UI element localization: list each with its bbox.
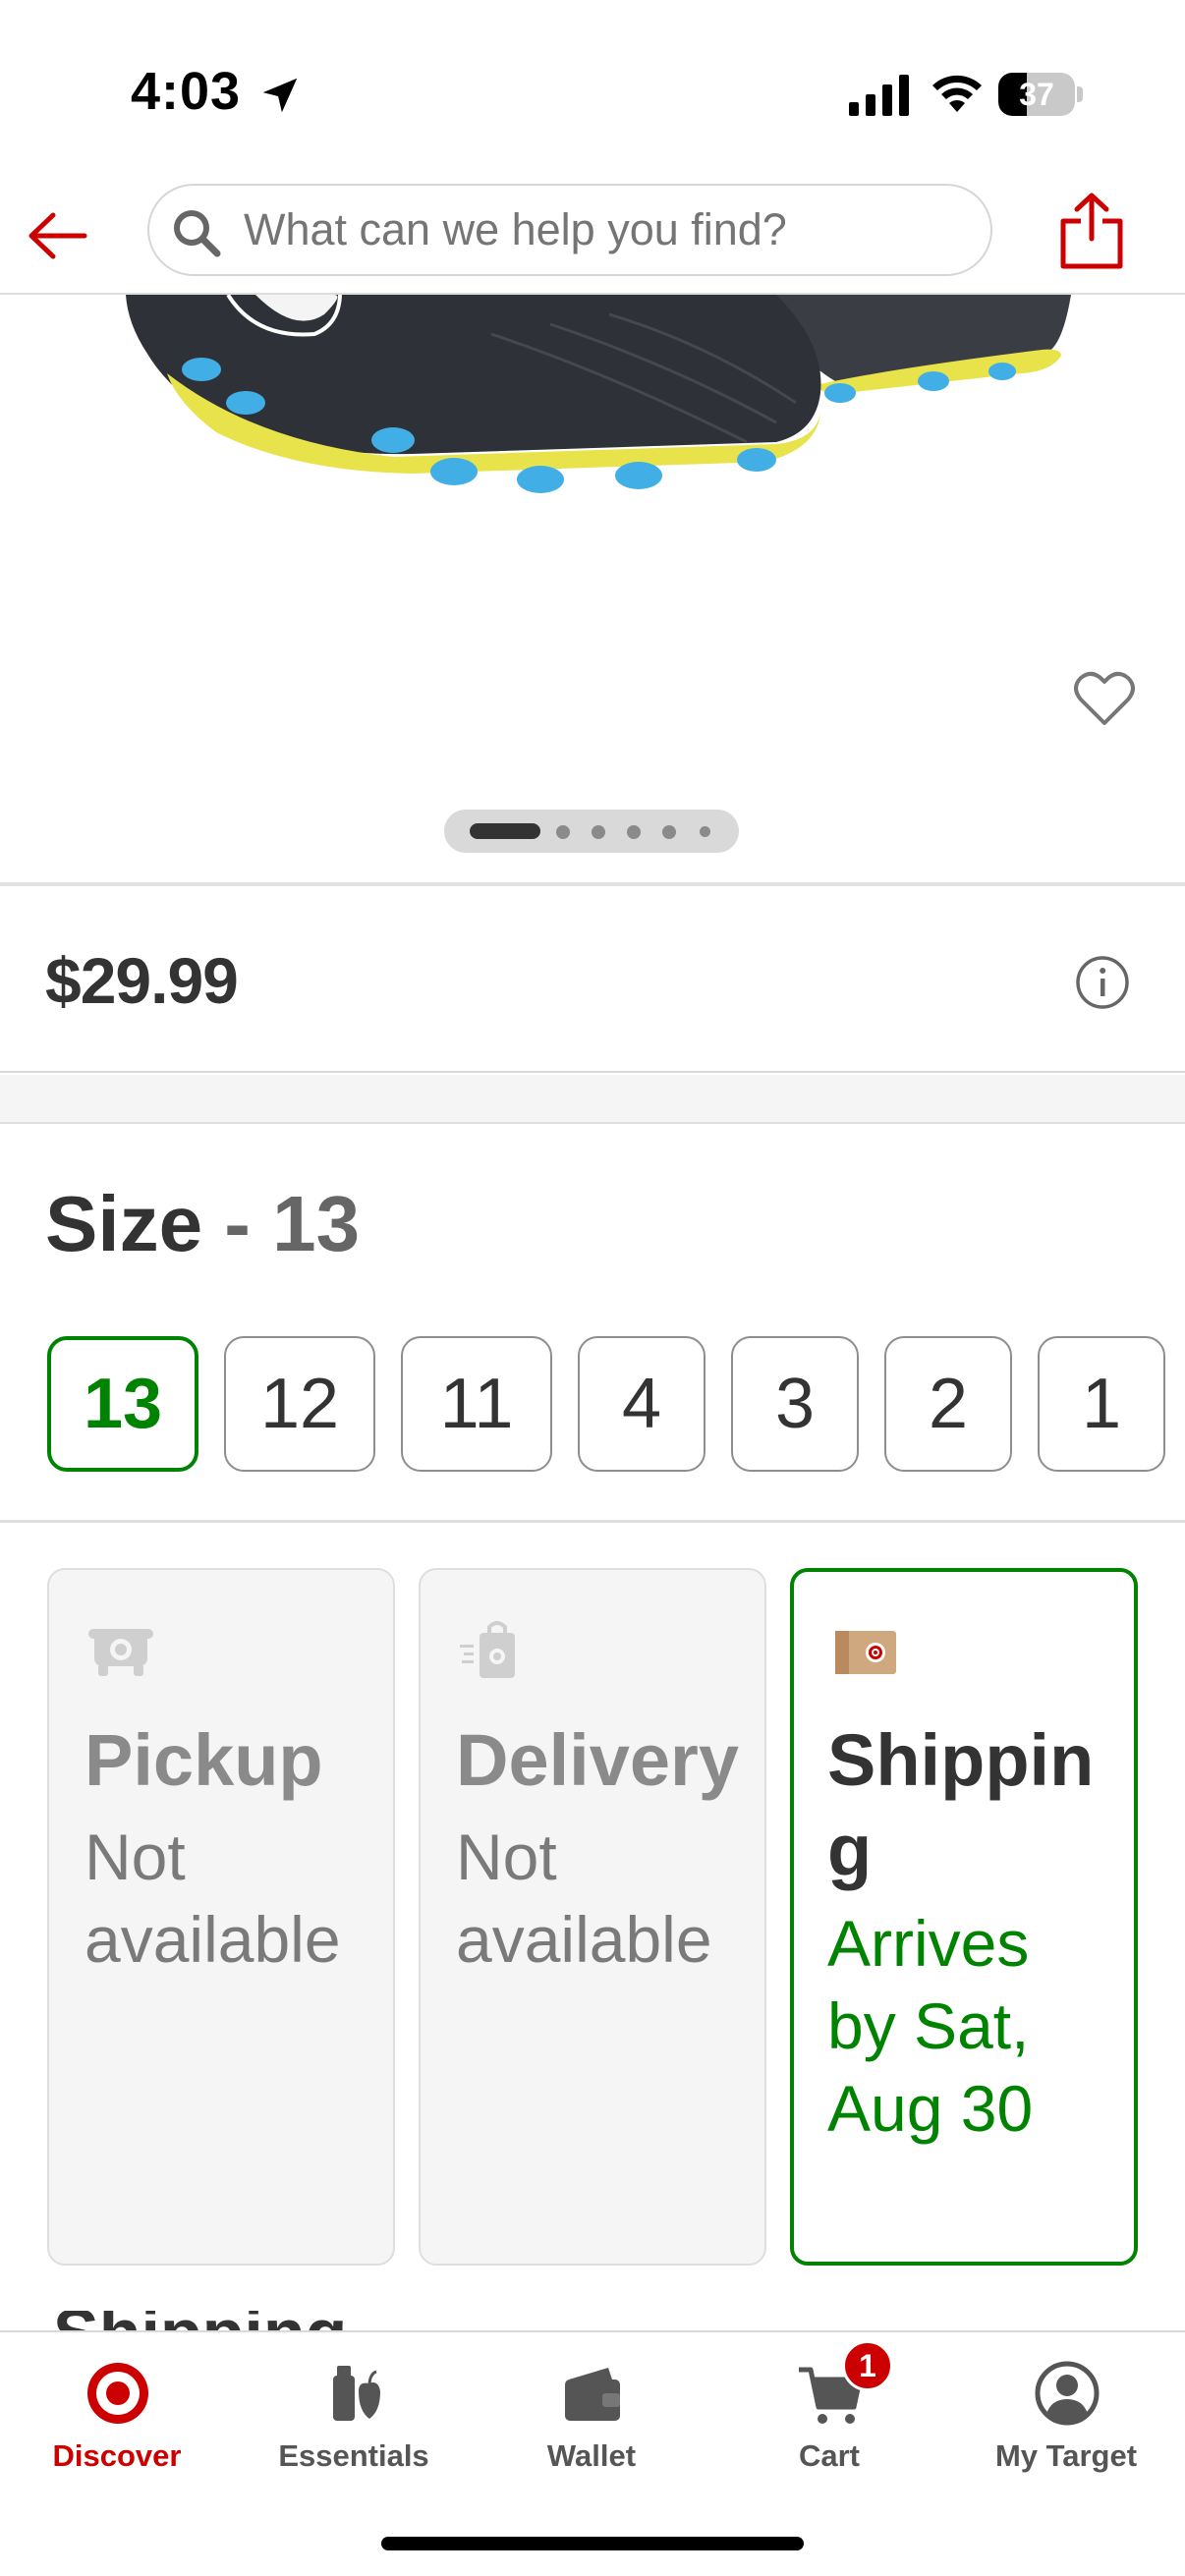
size-label: Size (45, 1180, 203, 1267)
location-arrow-icon (262, 78, 298, 113)
battery-percent: 37 (1019, 77, 1054, 112)
search-bar[interactable] (147, 184, 992, 276)
favorite-heart-icon[interactable] (1073, 668, 1136, 727)
tab-wallet-label: Wallet (546, 2438, 637, 2473)
pickup-car-icon (88, 1629, 153, 1676)
tab-my-target[interactable]: My Target (953, 2332, 1179, 2529)
size-selected-value: 13 (272, 1180, 361, 1267)
next-section-heading-text: Shipping (53, 2311, 348, 2330)
price-row: $29.99 (0, 886, 1185, 1073)
search-icon (174, 210, 221, 257)
home-indicator (381, 2537, 804, 2550)
top-search-header (0, 182, 1185, 295)
carousel-dot (627, 825, 641, 839)
carousel-indicator (444, 810, 739, 853)
search-input[interactable] (244, 186, 971, 274)
share-icon[interactable] (1057, 190, 1126, 272)
shipping-option-card[interactable]: Shipping Arrives by Sat, Aug 30 (790, 1568, 1138, 2266)
size-option-11[interactable]: 11 (401, 1336, 552, 1472)
size-option-4[interactable]: 4 (578, 1336, 705, 1472)
cellular-signal-icon (849, 75, 909, 116)
delivery-title: Delivery (456, 1719, 739, 1801)
info-icon[interactable] (1075, 955, 1130, 1010)
status-bar: 4:03 37 (0, 0, 1185, 182)
carousel-dot-active (470, 823, 540, 839)
battery-indicator: 37 (998, 73, 1083, 116)
tab-cart-label: Cart (798, 2438, 860, 2473)
size-option-13[interactable]: 13 (47, 1336, 198, 1472)
size-option-1[interactable]: 1 (1038, 1336, 1165, 1472)
product-image (126, 295, 1071, 493)
tab-cart[interactable]: 1 Cart (716, 2332, 942, 2529)
tab-discover-label: Discover (52, 2438, 182, 2473)
delivery-status: Not available (456, 1820, 712, 1976)
target-bullseye-icon (87, 2363, 148, 2424)
pickup-title: Pickup (85, 1719, 323, 1801)
back-arrow-icon[interactable] (24, 201, 92, 270)
tab-wallet[interactable]: Wallet (479, 2332, 705, 2529)
wifi-icon (932, 75, 982, 112)
cart-count-badge: 1 (842, 2340, 893, 2391)
size-option-2[interactable]: 2 (884, 1336, 1012, 1472)
carousel-dot (556, 825, 570, 839)
carousel-dot (592, 825, 605, 839)
size-option-12[interactable]: 12 (224, 1336, 375, 1472)
size-options: 13 12 11 4 3 2 1 (47, 1336, 1185, 1474)
tab-essentials[interactable]: Essentials (241, 2332, 467, 2529)
size-separator: - (202, 1180, 273, 1267)
shipping-box-icon (835, 1631, 896, 1674)
carousel-dot (662, 825, 676, 839)
delivery-option-card[interactable]: Delivery Not available (419, 1568, 766, 2266)
status-time: 4:03 (131, 62, 242, 121)
essentials-icon (333, 2366, 380, 2421)
delivery-bag-icon (460, 1621, 515, 1678)
product-image-carousel[interactable] (0, 295, 1185, 884)
tab-discover[interactable]: Discover (4, 2332, 230, 2529)
size-heading: Size - 13 (45, 1179, 360, 1269)
size-option-3[interactable]: 3 (731, 1336, 859, 1472)
wallet-icon (565, 2368, 620, 2421)
pickup-status: Not available (85, 1820, 341, 1976)
tab-essentials-label: Essentials (278, 2438, 429, 2473)
pickup-option-card[interactable]: Pickup Not available (47, 1568, 395, 2266)
shipping-status: Arrives by Sat, Aug 30 (827, 1907, 1034, 2145)
shipping-title: Shipping (827, 1719, 1095, 1891)
tab-my-target-label: My Target (994, 2438, 1138, 2473)
next-section-heading: Shipping (53, 2311, 348, 2330)
divider (0, 1520, 1185, 1523)
account-icon (1035, 2361, 1100, 2426)
carousel-dot (700, 826, 710, 837)
section-spacer (0, 1075, 1185, 1124)
product-price: $29.99 (45, 944, 239, 1017)
